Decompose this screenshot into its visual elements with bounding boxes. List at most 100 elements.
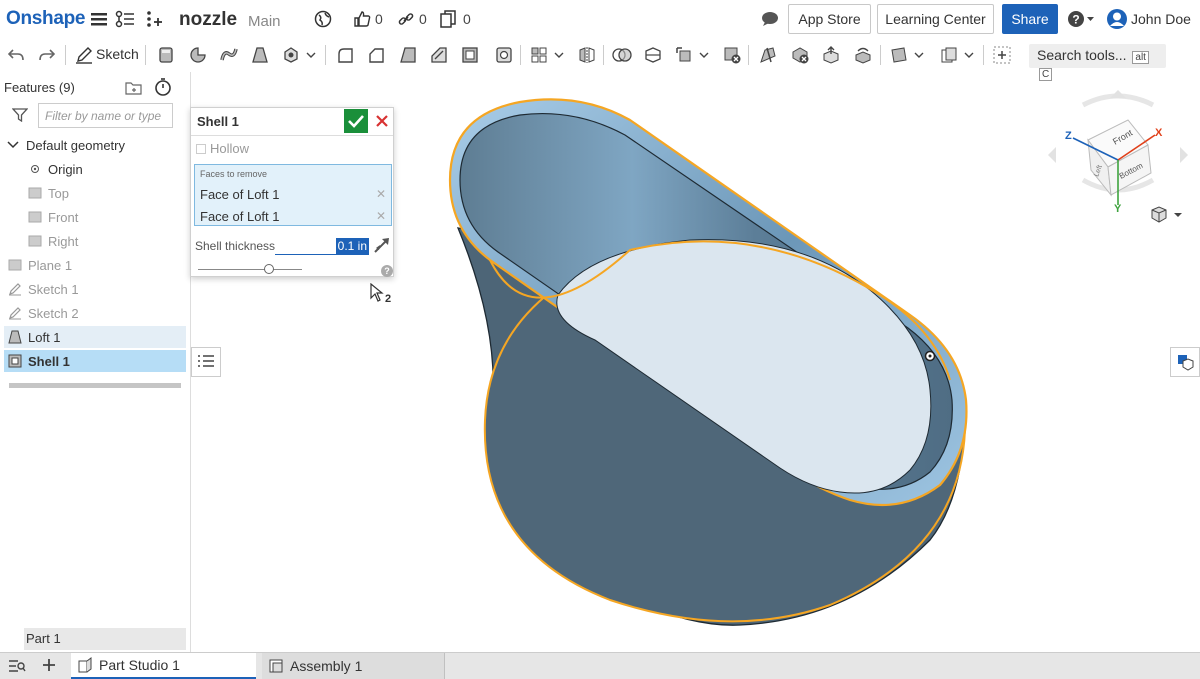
mate-connector-icon[interactable] (938, 44, 960, 66)
checkmark-icon (348, 115, 364, 128)
arrow-left-icon[interactable] (1048, 147, 1056, 163)
redo-icon[interactable] (36, 44, 58, 66)
insert-icon[interactable] (144, 9, 164, 29)
accept-button[interactable] (344, 109, 368, 133)
sweep-icon[interactable] (218, 44, 240, 66)
right-panel-button[interactable] (1170, 347, 1200, 377)
chevron-down-icon[interactable] (6, 138, 20, 152)
faces-to-remove-field[interactable]: Faces to remove Face of Loft 1 ✕ Face of… (194, 164, 392, 226)
selected-face-item[interactable]: Face of Loft 1 ✕ (200, 209, 386, 224)
app-store-button[interactable]: App Store (788, 4, 871, 34)
mirror-icon[interactable] (576, 44, 598, 66)
sketch-pencil-icon[interactable] (73, 44, 95, 66)
tree-item-front[interactable]: Front (28, 206, 186, 228)
plane-icon[interactable] (888, 44, 910, 66)
draft-icon[interactable] (397, 44, 419, 66)
toolbar-separator (65, 45, 66, 65)
view-options-button[interactable] (1148, 205, 1184, 228)
globe-icon[interactable] (313, 9, 333, 29)
tree-item-right[interactable]: Right (28, 230, 186, 252)
rib-icon[interactable] (428, 44, 450, 66)
menu-icon[interactable] (89, 9, 109, 29)
chevron-down-icon[interactable] (697, 44, 711, 66)
feature-filter-input[interactable]: Filter by name or type (38, 103, 173, 128)
learning-center-button[interactable]: Learning Center (877, 4, 994, 34)
hollow-checkbox[interactable]: Hollow (196, 141, 249, 156)
copy-icon[interactable] (438, 9, 458, 29)
link-icon[interactable] (396, 9, 416, 29)
modify-fillet-icon[interactable] (757, 44, 779, 66)
opposite-direction-icon[interactable] (373, 236, 391, 257)
help-icon[interactable]: ? (381, 265, 393, 277)
parts-list-item[interactable]: Part 1 (24, 628, 186, 650)
revolve-icon[interactable] (187, 44, 209, 66)
remove-face-icon[interactable]: ✕ (376, 209, 386, 224)
branch-name: Main (248, 13, 281, 30)
add-custom-feature-icon[interactable] (991, 44, 1013, 66)
chevron-down-icon[interactable] (552, 44, 566, 66)
checkbox-box[interactable] (196, 143, 206, 154)
add-folder-icon[interactable] (125, 80, 143, 99)
rollback-timer-icon[interactable] (154, 78, 172, 99)
version-graph-icon[interactable] (115, 9, 135, 29)
delete-face-icon[interactable] (789, 44, 811, 66)
help-icon[interactable]: ? (1066, 9, 1096, 29)
fillet-icon[interactable] (334, 44, 356, 66)
tab-part-studio-1[interactable]: Part Studio 1 (71, 653, 256, 679)
remove-face-icon[interactable]: ✕ (376, 187, 386, 202)
appearance-icon (1178, 355, 1194, 371)
split-icon[interactable] (642, 44, 664, 66)
thickness-slider-handle[interactable] (263, 264, 274, 274)
move-face-icon[interactable] (820, 44, 842, 66)
shell-icon[interactable] (459, 44, 481, 66)
sketch-pencil-icon (8, 282, 22, 296)
model-viewport[interactable] (430, 80, 990, 640)
share-button[interactable]: Share (1002, 4, 1058, 34)
tree-item-default-geometry[interactable]: Default geometry (6, 134, 186, 156)
tab-assembly-1[interactable]: Assembly 1 (262, 653, 445, 679)
tree-item-label: Plane 1 (28, 257, 73, 273)
like-icon[interactable] (352, 9, 372, 29)
user-avatar-icon[interactable] (1105, 9, 1129, 29)
chevron-down-icon[interactable] (962, 44, 976, 66)
delete-part-icon[interactable] (721, 44, 743, 66)
part-studio-icon (78, 657, 92, 673)
pattern-icon[interactable] (528, 44, 550, 66)
tree-item-loft-1[interactable]: Loft 1 (4, 326, 186, 348)
chevron-down-icon[interactable] (912, 44, 926, 66)
tree-item-sketch-2[interactable]: Sketch 2 (8, 302, 186, 324)
boolean-icon[interactable] (611, 44, 633, 66)
selected-face-item[interactable]: Face of Loft 1 ✕ (200, 187, 386, 202)
onshape-logo[interactable]: Onshape (6, 8, 86, 30)
transform-icon[interactable] (673, 44, 695, 66)
chamfer-icon[interactable] (365, 44, 387, 66)
chevron-down-icon[interactable] (304, 44, 318, 66)
thickness-slider-track[interactable] (198, 269, 302, 270)
tree-item-shell-1[interactable]: Shell 1 (4, 350, 186, 372)
feature-list-scrollbar[interactable] (9, 383, 181, 388)
undo-icon[interactable] (5, 44, 27, 66)
loft-icon[interactable] (249, 44, 271, 66)
document-title[interactable]: nozzle (179, 9, 237, 31)
shell-thickness-input[interactable]: 0.1 in (275, 237, 369, 255)
hole-icon[interactable] (493, 44, 515, 66)
arrow-right-icon[interactable] (1180, 147, 1188, 163)
tree-item-origin[interactable]: Origin (28, 158, 186, 180)
filter-icon[interactable] (11, 108, 29, 125)
replace-face-icon[interactable] (852, 44, 874, 66)
tab-manager-icon[interactable] (8, 659, 26, 676)
toolbar-separator (603, 45, 604, 65)
add-tab-icon[interactable] (41, 657, 57, 676)
tree-item-sketch-1[interactable]: Sketch 1 (8, 278, 186, 300)
axis-label-y: Y (1114, 203, 1122, 215)
search-tools-input[interactable]: Search tools... alt C (1029, 44, 1166, 81)
extrude-icon[interactable] (155, 44, 177, 66)
tree-item-top[interactable]: Top (28, 182, 186, 204)
cancel-button[interactable] (372, 110, 392, 132)
tree-item-plane-1[interactable]: Plane 1 (8, 254, 186, 276)
sketch-button-label[interactable]: Sketch (96, 46, 139, 62)
user-name[interactable]: John Doe (1131, 11, 1191, 27)
thicken-icon[interactable] (280, 44, 302, 66)
comment-icon[interactable] (760, 9, 780, 29)
feature-list-toggle-button[interactable] (191, 347, 221, 377)
